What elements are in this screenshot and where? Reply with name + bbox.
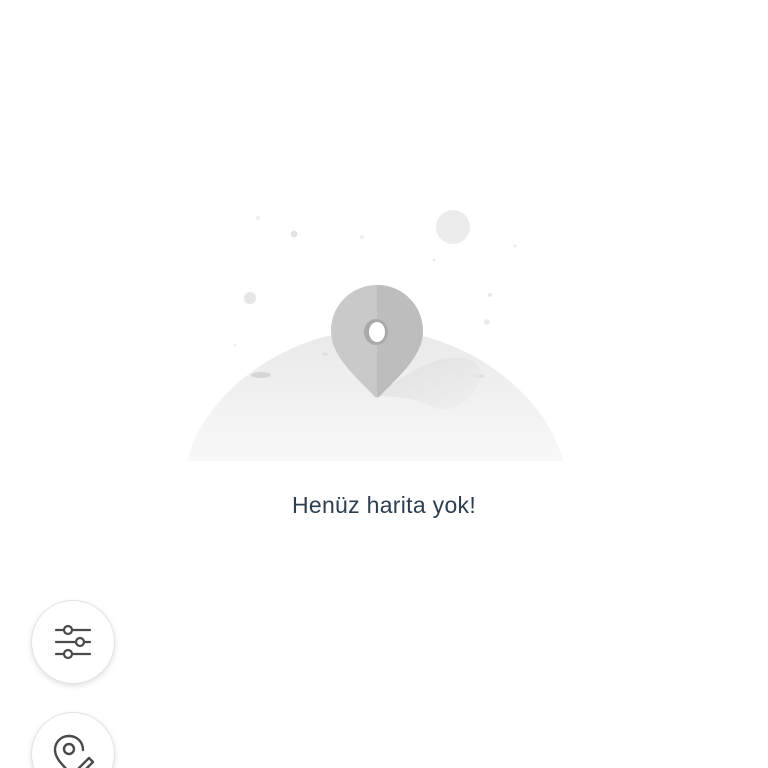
sliders-filter-icon [54,624,92,660]
map-list-screen: Henüz harita yok! [0,0,768,768]
edit-map-button[interactable] [31,712,115,768]
map-pin-edit-icon [53,734,95,768]
map-pin-on-moon-illustration-icon [187,210,563,461]
empty-state-illustration [180,200,570,470]
filter-button[interactable] [31,600,115,684]
empty-state-message: Henüz harita yok! [291,492,477,518]
